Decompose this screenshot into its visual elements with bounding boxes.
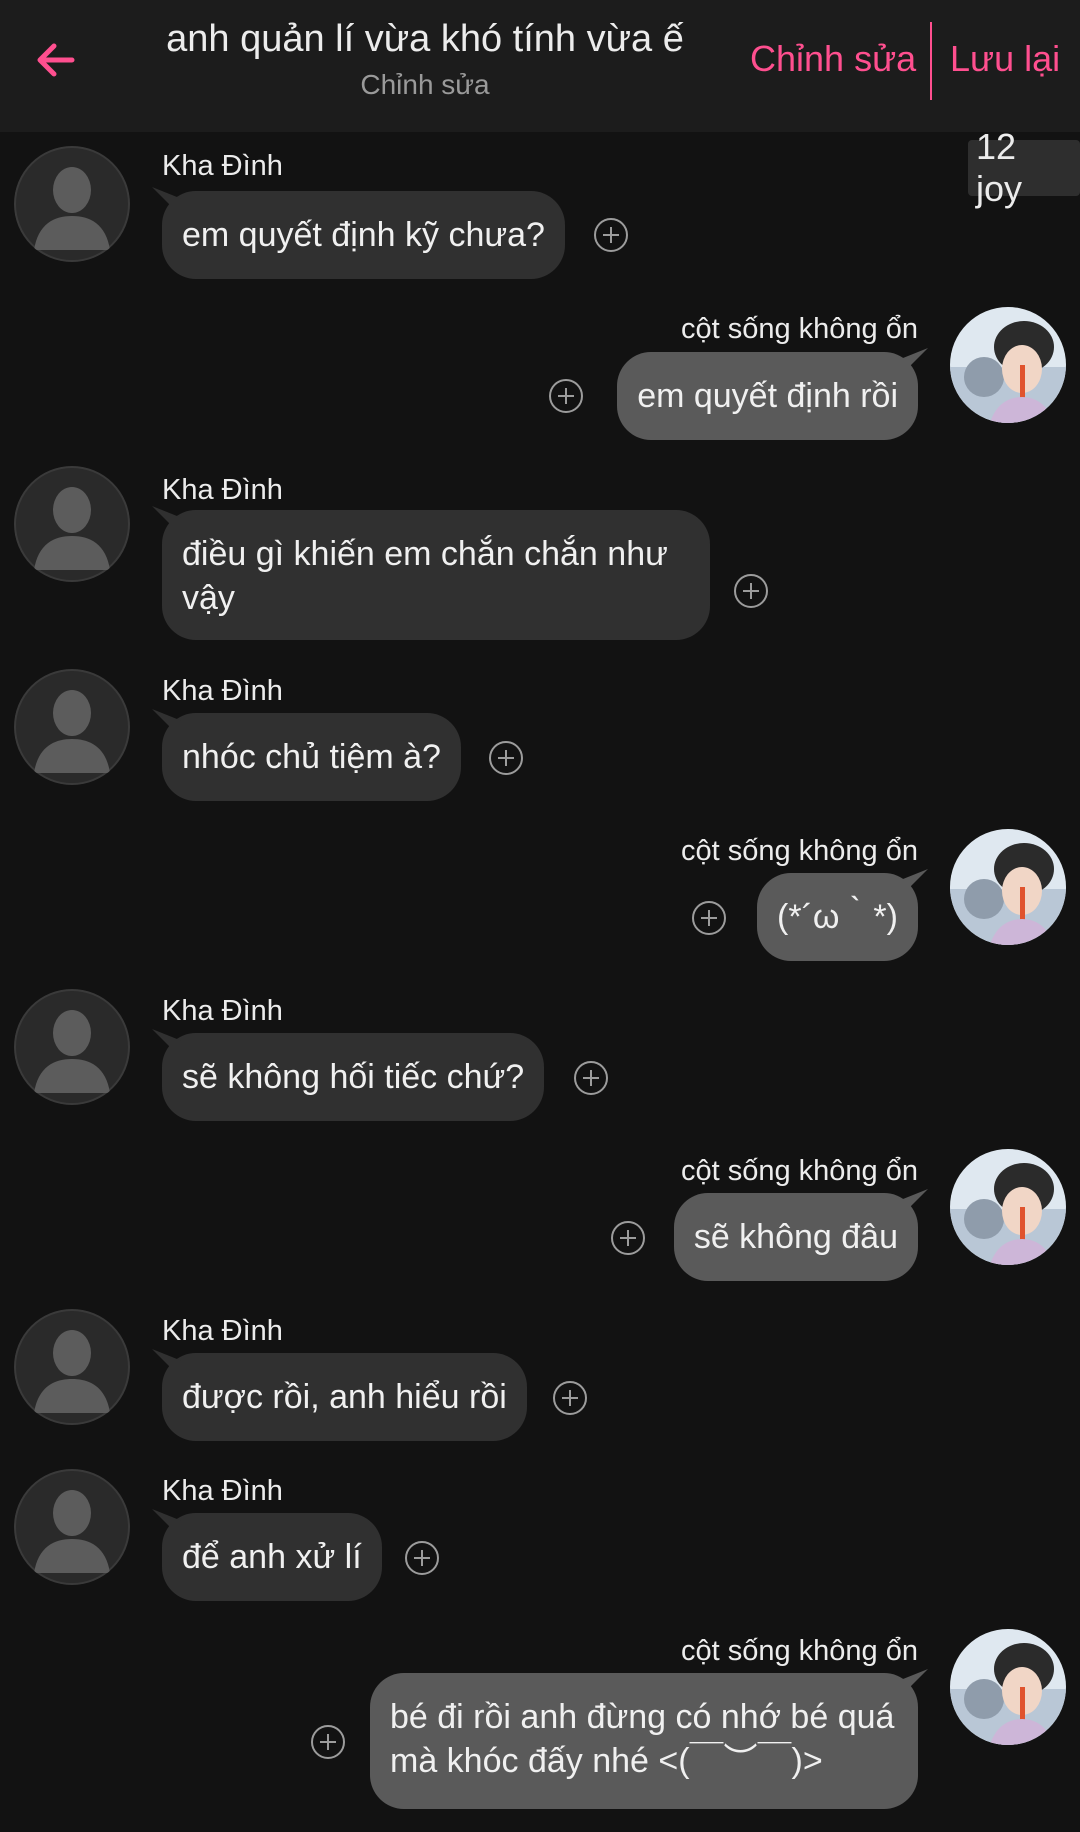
default-user-icon <box>14 146 130 262</box>
avatar[interactable] <box>950 307 1066 423</box>
top-bar: anh quản lí vừa khó tính vừa ế Chỉnh sửa… <box>0 0 1080 132</box>
profile-photo-icon <box>950 1629 1066 1745</box>
avatar[interactable] <box>14 1469 130 1585</box>
sender-name: Kha Đình <box>162 474 283 506</box>
message-bubble[interactable]: được rồi, anh hiểu rồi <box>162 1353 527 1441</box>
message-bubble[interactable]: (*´ω｀*) <box>757 873 918 961</box>
save-button[interactable]: Lưu lại <box>950 38 1060 80</box>
joy-badge: 12 joy <box>968 126 1080 209</box>
add-reaction-icon[interactable] <box>574 1061 608 1095</box>
add-reaction-icon[interactable] <box>553 1381 587 1415</box>
chat-title: anh quản lí vừa khó tính vừa ế <box>166 18 684 60</box>
default-user-icon <box>14 1469 130 1585</box>
message-bubble[interactable]: em quyết định rồi <box>617 352 918 440</box>
avatar[interactable] <box>14 466 130 582</box>
sender-name: cột sống không ổn <box>680 313 918 345</box>
message-bubble[interactable]: em quyết định kỹ chưa? <box>162 191 565 279</box>
edit-button[interactable]: Chỉnh sửa <box>750 38 916 80</box>
default-user-icon <box>14 989 130 1105</box>
arrow-left-icon <box>37 43 75 77</box>
avatar[interactable] <box>14 1309 130 1425</box>
add-reaction-icon[interactable] <box>405 1541 439 1575</box>
chat-subtitle: Chỉnh sửa <box>360 69 490 100</box>
message-bubble[interactable]: để anh xử lí <box>162 1513 382 1601</box>
back-button[interactable] <box>28 28 84 92</box>
profile-photo-icon <box>950 829 1066 945</box>
avatar[interactable] <box>950 1149 1066 1265</box>
message-bubble[interactable]: điều gì khiến em chắn chắn như vậy <box>162 510 710 640</box>
message-bubble[interactable]: nhóc chủ tiệm à? <box>162 713 461 801</box>
profile-photo-icon <box>950 307 1066 423</box>
title-block: anh quản lí vừa khó tính vừa ế Chỉnh sửa <box>120 18 730 101</box>
message-bubble[interactable]: sẽ không hối tiếc chứ? <box>162 1033 545 1121</box>
header-divider <box>930 22 932 100</box>
add-reaction-icon[interactable] <box>692 901 726 935</box>
sender-name: Kha Đình <box>162 995 283 1027</box>
add-reaction-icon[interactable] <box>594 218 628 252</box>
avatar[interactable] <box>14 989 130 1105</box>
default-user-icon <box>14 669 130 785</box>
sender-name: Kha Đình <box>162 1315 283 1347</box>
profile-photo-icon <box>950 1149 1066 1265</box>
message-bubble[interactable]: sẽ không đâu <box>673 1193 918 1281</box>
avatar[interactable] <box>950 1629 1066 1745</box>
sender-name: Kha Đình <box>162 1475 283 1507</box>
avatar[interactable] <box>14 669 130 785</box>
default-user-icon <box>14 1309 130 1425</box>
message-bubble[interactable]: bé đi rồi anh đừng có nhớ bé quá mà khóc… <box>370 1673 918 1809</box>
sender-name: cột sống không ổn <box>680 1155 918 1187</box>
sender-name: Kha Đình <box>162 675 283 707</box>
default-user-icon <box>14 466 130 582</box>
sender-name: cột sống không ổn <box>680 835 918 867</box>
add-reaction-icon[interactable] <box>549 379 583 413</box>
add-reaction-icon[interactable] <box>311 1725 345 1759</box>
sender-name: cột sống không ổn <box>680 1635 918 1667</box>
add-reaction-icon[interactable] <box>611 1221 645 1255</box>
add-reaction-icon[interactable] <box>489 741 523 775</box>
add-reaction-icon[interactable] <box>734 574 768 608</box>
sender-name: Kha Đình <box>162 150 283 182</box>
avatar[interactable] <box>950 829 1066 945</box>
avatar[interactable] <box>14 146 130 262</box>
